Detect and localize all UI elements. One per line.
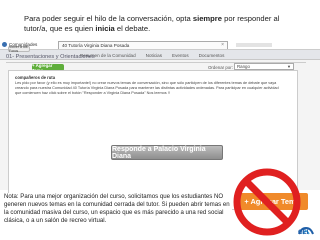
back-to-forums-button[interactable]: Volver a los Foros [8,45,30,53]
thread-subject: 01- Presentaciones y Orientaciones [6,54,306,63]
note-label: Nota: [4,193,19,200]
top-bar-placeholder [236,43,272,47]
instruction-text: Para poder seguir el hilo de la conversa… [24,14,294,34]
instruction-part3: el debate. [114,24,151,33]
chevron-down-icon: ▼ [287,64,291,69]
oei-logo: OEI [296,222,316,238]
prohibited-icon [233,168,301,236]
instruction-part1: Para poder seguir el hilo de la conversa… [24,14,193,23]
communities-icon [2,42,7,47]
order-select[interactable]: Rango ▼ [234,63,294,70]
note-text: Nota: Para una mejor organización del cu… [4,193,232,225]
oei-logo-text: OEI [298,230,309,236]
tab-title: 40 Tutoría Virginia Diana Posada [62,43,130,48]
community-tab[interactable]: 40 Tutoría Virginia Diana Posada × [58,41,228,49]
note-body: Para una mejor organización del curso, s… [4,193,230,224]
instruction-emphasis-siempre: siempre [192,14,222,23]
instruction-emphasis-inicia: inicia [95,24,115,33]
top-bar: Comunidades 40 Tutoría Virginia Diana Po… [0,40,320,50]
reply-to-tutor-button[interactable]: Responde a Palacio Virginia Diana [111,145,223,160]
message-body: Les pido por favor (y ello es muy import… [15,81,279,95]
message-greeting: compañeros de ruta [15,75,56,80]
close-icon[interactable]: × [221,42,224,48]
order-value: Rango [237,64,250,69]
